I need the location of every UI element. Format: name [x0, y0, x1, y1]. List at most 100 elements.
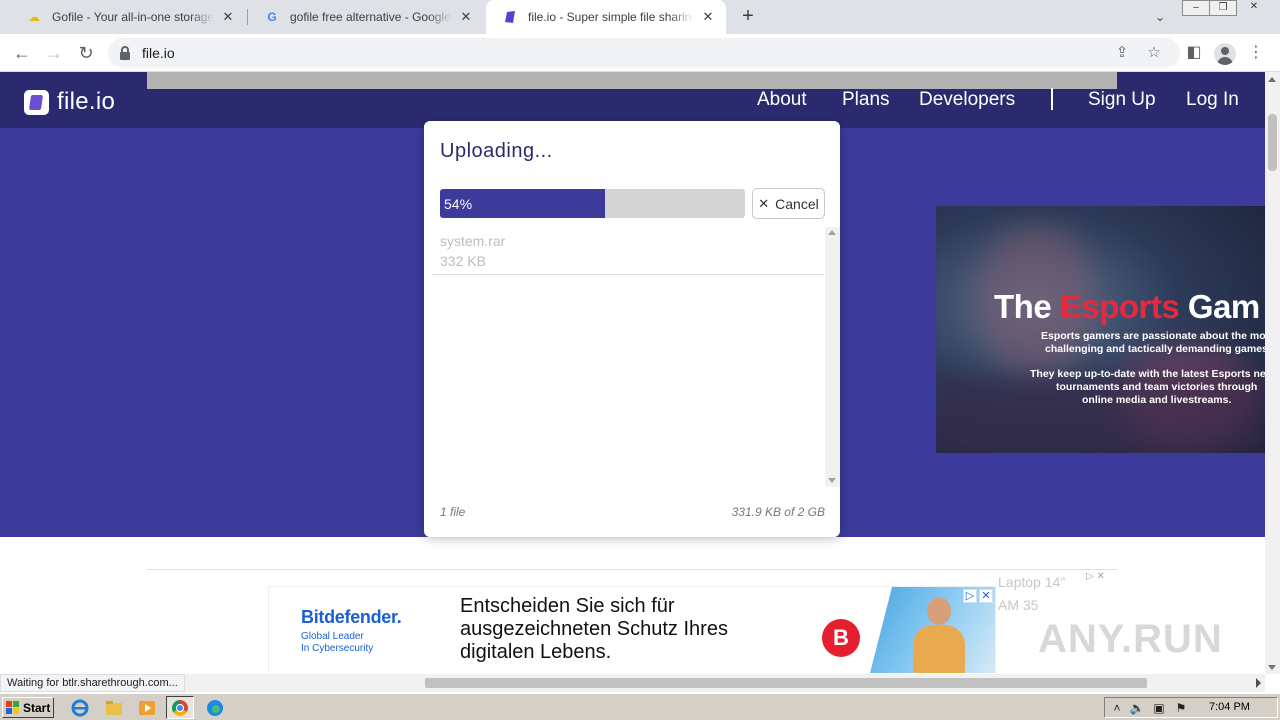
tab-title: Gofile - Your all-in-one storage solutio…: [52, 10, 214, 24]
tab-fileio[interactable]: file.io - Super simple file sharing ✕: [486, 0, 726, 34]
start-label: Start: [23, 700, 51, 715]
cancel-label: Cancel: [775, 195, 819, 212]
ad-copy-line: digitalen Lebens.: [460, 641, 612, 663]
bitdefender-tagline: In Cybersecurity: [301, 643, 374, 654]
close-icon[interactable]: ✕: [700, 9, 716, 25]
adchoices-icon[interactable]: ▷ ✕: [1086, 571, 1105, 582]
logo-text: file.io: [57, 88, 116, 115]
start-button[interactable]: Start: [2, 697, 54, 718]
forward-icon[interactable]: →: [42, 41, 66, 65]
esports-headline: The Esports Gam: [994, 288, 1260, 326]
ad-photo-person: [911, 597, 967, 673]
scroll-down-arrow-icon[interactable]: [828, 478, 836, 483]
watermark: ANY.RUN: [1038, 617, 1223, 661]
minimize-button[interactable]: –: [1182, 0, 1210, 16]
edge-icon[interactable]: [205, 698, 225, 718]
file-count: 1 file: [440, 505, 466, 519]
chevron-down-icon[interactable]: ⌄: [1150, 7, 1170, 27]
top-ad-placeholder: [147, 72, 1117, 89]
url-text[interactable]: file.io: [142, 45, 175, 61]
headline-accent: Esports: [1059, 288, 1180, 325]
chevron-up-icon[interactable]: ˄: [1109, 700, 1125, 716]
site-header: file.io About Plans Developers Sign Up L…: [0, 72, 1265, 128]
ad-copy-line: Entscheiden Sie sich für: [460, 595, 675, 617]
esports-copy-line: online media and livestreams.: [1082, 394, 1232, 406]
file-list: system.rar 332 KB: [432, 227, 840, 487]
close-icon[interactable]: ✕: [458, 9, 474, 25]
menu-kebab-icon[interactable]: ⋮: [1244, 41, 1268, 65]
file-list-scrollbar[interactable]: [825, 227, 840, 487]
ad-copy-line: ausgezeichneten Schutz Ihres: [460, 618, 728, 640]
volume-icon[interactable]: 🔈: [1129, 700, 1145, 716]
modal-title: Uploading...: [440, 140, 553, 162]
esports-copy-line: They keep up-to-date with the latest Esp…: [1030, 368, 1265, 380]
vertical-scrollbar[interactable]: [1265, 72, 1280, 674]
esports-copy-line: Esports gamers are passionate about the …: [1041, 330, 1265, 342]
google-icon: G: [267, 10, 277, 24]
storage-usage: 331.9 KB of 2 GB: [731, 505, 825, 519]
ad-close-icon[interactable]: ✕: [979, 589, 993, 603]
scroll-up-arrow-icon[interactable]: [1268, 77, 1276, 82]
side-panel-icon[interactable]: ◧: [1182, 41, 1206, 65]
fileio-icon: [502, 9, 518, 25]
flag-icon[interactable]: ⚑: [1173, 700, 1189, 716]
gofile-icon: ☁: [28, 10, 40, 24]
bitdefender-ad[interactable]: Bitdefender. Global Leader In Cybersecur…: [268, 586, 996, 673]
tab-google-search[interactable]: G gofile free alternative - Google Suche…: [248, 0, 484, 34]
esports-copy-line: tournaments and team victories through: [1056, 381, 1258, 393]
nav-about[interactable]: About: [757, 89, 807, 111]
tab-title: gofile free alternative - Google Suche: [290, 10, 452, 24]
site-logo[interactable]: file.io: [24, 88, 115, 116]
scroll-right-arrow-icon[interactable]: [1256, 678, 1261, 688]
clock: 7:04 PM: [1209, 701, 1250, 713]
horizontal-scrollbar[interactable]: [0, 674, 1265, 692]
share-icon[interactable]: ⇪: [1112, 43, 1132, 63]
address-bar[interactable]: file.io ⇪ ☆: [108, 38, 1180, 68]
back-icon[interactable]: ←: [10, 41, 34, 65]
chrome-taskbar-button[interactable]: [166, 696, 194, 719]
folder-icon[interactable]: [104, 698, 124, 718]
bookmark-star-icon[interactable]: ☆: [1144, 43, 1164, 63]
new-tab-button[interactable]: +: [736, 5, 760, 29]
adchoices-play-icon[interactable]: ▷: [963, 589, 977, 603]
headline-white: The: [994, 288, 1060, 325]
media-player-icon[interactable]: [137, 698, 157, 718]
tab-title: file.io - Super simple file sharing: [528, 10, 694, 24]
browser-toolbar: ← → ↻ file.io ⇪ ☆ ◧ ⋮: [0, 34, 1280, 72]
tab-strip: ☁ Gofile - Your all-in-one storage solut…: [0, 0, 1280, 34]
bitdefender-brand: Bitdefender.: [301, 607, 402, 627]
scrollbar-thumb[interactable]: [1268, 114, 1277, 171]
scrollbar-thumb[interactable]: [425, 678, 1147, 688]
network-icon[interactable]: ▣: [1151, 700, 1167, 716]
tab-gofile[interactable]: ☁ Gofile - Your all-in-one storage solut…: [10, 0, 246, 34]
bitdefender-tagline: Global Leader: [301, 631, 364, 642]
profile-avatar-icon[interactable]: [1214, 43, 1236, 65]
upload-modal: Uploading... 54% ✕ Cancel system.rar 332…: [424, 121, 840, 537]
background-text: AM 35: [998, 597, 1039, 613]
close-window-button[interactable]: ✕: [1238, 0, 1270, 16]
cancel-button[interactable]: ✕ Cancel: [752, 188, 825, 219]
list-item: system.rar 332 KB: [432, 227, 824, 275]
esports-copy-line: challenging and tactically demanding gam…: [1045, 343, 1265, 355]
file-name: system.rar: [440, 233, 506, 249]
bitdefender-logo: B: [822, 619, 860, 657]
nav-developers[interactable]: Developers: [919, 89, 1015, 111]
restore-button[interactable]: ❐: [1209, 0, 1237, 16]
nav-log-in[interactable]: Log In: [1186, 89, 1239, 111]
nav-plans[interactable]: Plans: [842, 89, 890, 111]
scroll-up-arrow-icon[interactable]: [828, 230, 836, 235]
internet-explorer-icon[interactable]: [70, 698, 90, 718]
reload-icon[interactable]: ↻: [74, 41, 98, 65]
lock-icon[interactable]: [120, 46, 130, 60]
esports-ad[interactable]: The Esports Gam Esports gamers are passi…: [936, 206, 1265, 453]
chrome-icon: [172, 700, 188, 716]
fileio-logo-icon: [24, 89, 49, 115]
scroll-down-arrow-icon[interactable]: [1268, 665, 1276, 670]
progress-bar: 54%: [440, 189, 745, 218]
nav-sign-up[interactable]: Sign Up: [1088, 89, 1156, 111]
close-icon[interactable]: ✕: [220, 9, 236, 25]
headline-rest: Gam: [1179, 288, 1260, 325]
background-text: Laptop 14": [998, 574, 1066, 590]
windows-taskbar: Start ˄ 🔈 ▣ ⚑ 7:04 PM: [0, 693, 1280, 720]
page-viewport: file.io About Plans Developers Sign Up L…: [0, 72, 1265, 673]
